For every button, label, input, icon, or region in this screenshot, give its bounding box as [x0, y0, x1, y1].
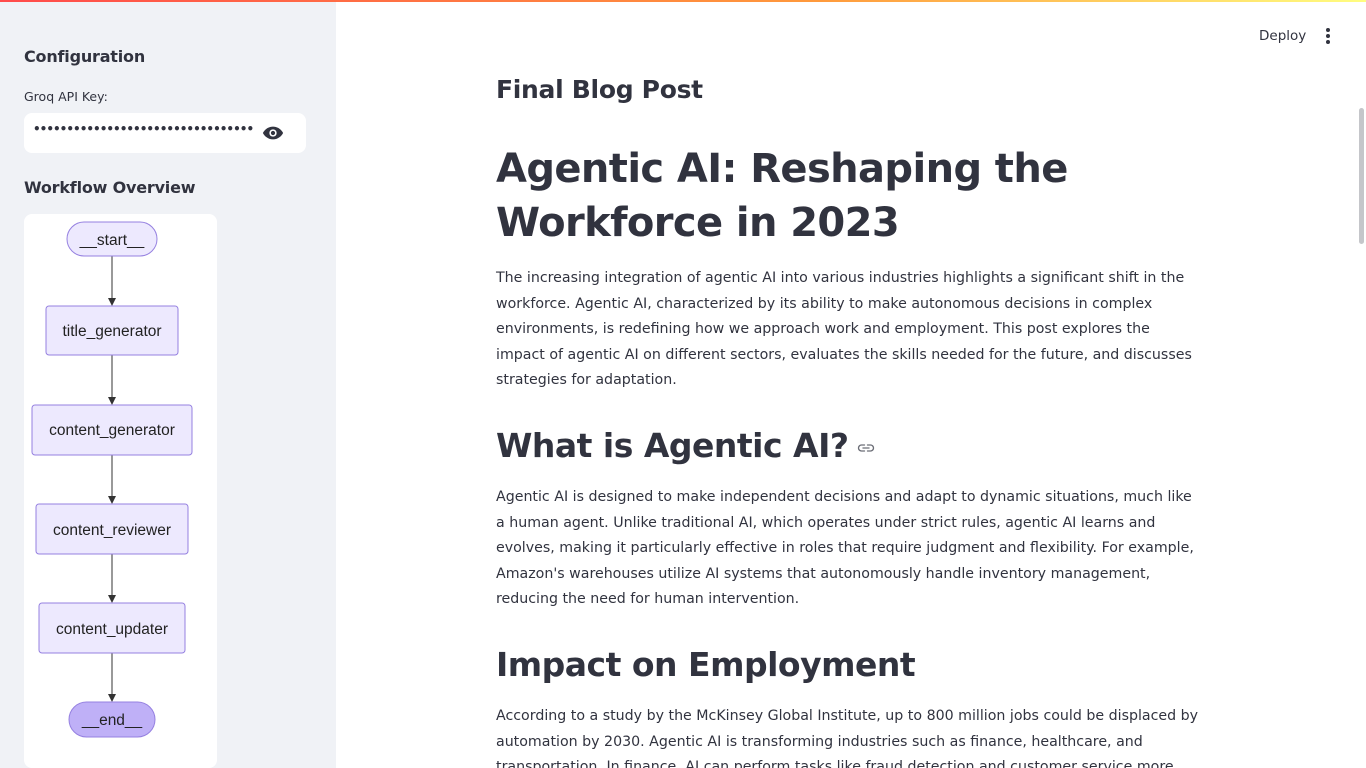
- api-key-label: Groq API Key:: [24, 89, 108, 104]
- post-title: Agentic AI: Reshaping the Workforce in 2…: [496, 146, 1068, 246]
- intro-paragraph: The increasing integration of agentic AI…: [496, 270, 1192, 388]
- workflow-diagram: __start__ title_generator content_genera…: [24, 214, 217, 768]
- api-key-value[interactable]: ••••••••••••••••••••••••••••••••••••••••…: [33, 122, 253, 136]
- node-start-label: __start__: [79, 232, 145, 249]
- node-end-label: __end__: [81, 712, 143, 729]
- sidebar-title: Configuration: [24, 47, 146, 66]
- heading-impact-on-employment: Impact on Employment: [496, 645, 916, 684]
- section-title: Final Blog Post: [496, 75, 703, 104]
- deploy-button[interactable]: Deploy: [1259, 28, 1306, 44]
- kebab-dot: [1326, 34, 1330, 38]
- workflow-graph: __start__ title_generator content_genera…: [31, 221, 193, 738]
- node-content-updater-label: content_updater: [56, 621, 168, 638]
- heading-what-is-agentic-ai-text: What is Agentic AI?: [496, 426, 849, 465]
- eye-icon[interactable]: [262, 124, 284, 142]
- kebab-dot: [1326, 28, 1330, 32]
- node-end: __end__: [68, 701, 156, 738]
- kebab-dot: [1326, 40, 1330, 44]
- top-decoration-bar: [0, 0, 1366, 2]
- node-content-updater: content_updater: [38, 602, 186, 654]
- node-content-reviewer-label: content_reviewer: [53, 522, 171, 539]
- node-title-generator-label: title_generator: [62, 323, 161, 340]
- kebab-menu-icon[interactable]: [1319, 26, 1337, 46]
- what-is-paragraph: Agentic AI is designed to make independe…: [496, 489, 1194, 607]
- workflow-overview-title: Workflow Overview: [24, 178, 196, 197]
- scrollbar-thumb[interactable]: [1359, 108, 1364, 244]
- heading-what-is-agentic-ai: What is Agentic AI?: [496, 426, 875, 465]
- link-icon[interactable]: [857, 442, 875, 454]
- node-title-generator: title_generator: [45, 305, 179, 356]
- node-content-generator: content_generator: [31, 404, 193, 456]
- sidebar: Configuration Groq API Key: ••••••••••••…: [0, 0, 336, 768]
- impact-paragraph: According to a study by the McKinsey Glo…: [496, 708, 1199, 768]
- node-content-reviewer: content_reviewer: [35, 503, 189, 555]
- node-content-generator-label: content_generator: [49, 422, 175, 439]
- api-key-input[interactable]: ••••••••••••••••••••••••••••••••••••••••…: [24, 113, 306, 153]
- node-start: __start__: [66, 221, 158, 257]
